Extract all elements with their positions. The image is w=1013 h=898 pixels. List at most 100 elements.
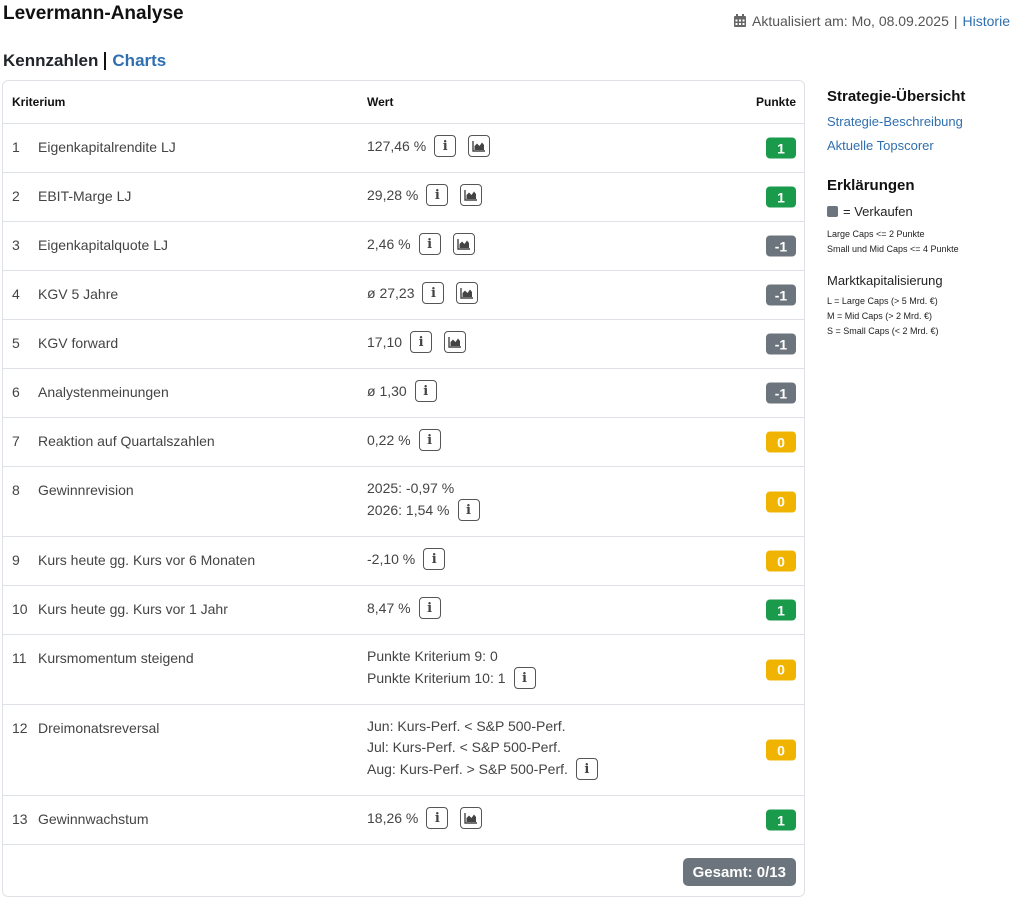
criterion-label: Eigenkapitalquote LJ	[38, 237, 168, 253]
value-line: Aug: Kurs-Perf. > S&P 500-Perf. i	[367, 758, 598, 780]
value-line: 8,47 % i	[367, 597, 441, 619]
market-cap-list: L = Large Caps (> 5 Mrd. €) M = Mid Caps…	[827, 294, 1007, 339]
table-row: 4 KGV 5 Jahre ø 27,23 i -1	[3, 271, 804, 320]
value-line: 2026: 1,54 % i	[367, 499, 480, 521]
strategy-title: Strategie-Übersicht	[827, 88, 966, 105]
tab-charts[interactable]: Charts	[112, 51, 166, 71]
value-line: Jun: Kurs-Perf. < S&P 500-Perf.	[367, 716, 598, 737]
sell-color-swatch	[827, 206, 838, 217]
legend-sell-label: = Verkaufen	[843, 204, 913, 219]
info-icon[interactable]: i	[414, 380, 437, 402]
value-text: Punkte Kriterium 10: 1	[367, 669, 506, 686]
value-line: 2,46 % i	[367, 233, 475, 255]
strategy-description-link[interactable]: Strategie-Beschreibung	[827, 114, 1007, 129]
area-chart-icon[interactable]	[456, 282, 479, 304]
value-text: -2,10 %	[367, 550, 416, 567]
table-row: 8 Gewinnrevision 2025: -0,97 % 2026: 1,54 %…	[3, 467, 804, 537]
info-icon[interactable]: i	[457, 499, 480, 521]
value-text: ø 27,23	[367, 284, 415, 301]
table-row: 11 Kursmomentum steigend Punkte Kriterium …	[3, 635, 804, 705]
value-line: 2025: -0,97 %	[367, 478, 480, 499]
info-icon[interactable]: i	[426, 184, 449, 206]
info-icon[interactable]: i	[513, 667, 536, 689]
criterion-label: Gewinnwachstum	[38, 811, 149, 827]
value-text: Punkte Kriterium 9: 0	[367, 648, 498, 664]
value-cell: 2025: -0,97 % 2026: 1,54 % i	[367, 478, 480, 521]
value-cell: 8,47 % i	[367, 597, 441, 619]
value-text: 127,46 %	[367, 137, 427, 154]
value-cell: 2,46 % i	[367, 233, 475, 255]
criteria-table: Kriterium Wert Punkte 1 Eigenkapitalrendi…	[2, 80, 805, 897]
info-icon[interactable]: i	[410, 331, 433, 353]
value-text: 2026: 1,54 %	[367, 501, 450, 518]
table-row: 12 Dreimonatsreversal Jun: Kurs-Perf. < S&…	[3, 705, 804, 796]
area-chart-icon[interactable]	[444, 331, 467, 353]
area-chart-icon[interactable]	[468, 135, 491, 157]
points-badge: -1	[766, 284, 796, 306]
table-row: 13 Gewinnwachstum 18,26 % i 1	[3, 796, 804, 845]
table-row: 7 Reaktion auf Quartalszahlen 0,22 % i 0	[3, 418, 804, 467]
info-icon[interactable]: i	[426, 807, 449, 829]
total-badge: Gesamt: 0/13	[682, 858, 796, 886]
value-text: ø 1,30	[367, 382, 407, 399]
table-row: 6 Analystenmeinungen ø 1,30 i -1	[3, 369, 804, 418]
criterion-label: Kurs heute gg. Kurs vor 1 Jahr	[38, 601, 228, 617]
subnav: Kennzahlen Charts	[3, 51, 166, 71]
info-icon[interactable]: i	[575, 758, 598, 780]
row-number: 12	[12, 720, 28, 736]
history-link[interactable]: Historie	[963, 13, 1010, 29]
info-icon[interactable]: i	[418, 597, 441, 619]
points-badge: 0	[766, 739, 796, 761]
topscorer-link[interactable]: Aktuelle Topscorer	[827, 138, 1007, 153]
updated-date: Aktualisiert am: Mo, 08.09.2025	[752, 13, 949, 29]
row-number: 10	[12, 601, 28, 617]
value-text: 18,26 %	[367, 809, 419, 826]
value-text: 8,47 %	[367, 599, 411, 616]
criterion-label: Dreimonatsreversal	[38, 720, 160, 736]
row-number: 3	[12, 237, 20, 253]
info-icon[interactable]: i	[422, 282, 445, 304]
row-number: 13	[12, 811, 28, 827]
value-cell: Jun: Kurs-Perf. < S&P 500-Perf. Jul: Kurs…	[367, 716, 598, 780]
table-body: 1 Eigenkapitalrendite LJ 127,46 % i 1 2 EBIT-M…	[3, 124, 804, 845]
value-line: Jul: Kurs-Perf. < S&P 500-Perf.	[367, 737, 598, 758]
criterion-label: EBIT-Marge LJ	[38, 188, 132, 204]
header-points: Punkte	[755, 95, 796, 109]
criterion-label: Kursmomentum steigend	[38, 650, 194, 666]
value-cell: 18,26 % i	[367, 807, 483, 829]
value-line: -2,10 % i	[367, 548, 446, 570]
row-number: 2	[12, 188, 20, 204]
value-line: Punkte Kriterium 10: 1 i	[367, 667, 536, 689]
market-cap-item: M = Mid Caps (> 2 Mrd. €)	[827, 311, 933, 321]
info-icon[interactable]: i	[418, 233, 441, 255]
value-cell: ø 1,30 i	[367, 380, 437, 402]
value-text: Jul: Kurs-Perf. < S&P 500-Perf.	[367, 739, 561, 755]
value-line: 18,26 % i	[367, 807, 483, 829]
area-chart-icon[interactable]	[452, 233, 475, 255]
info-icon[interactable]: i	[423, 548, 446, 570]
rule-item: Large Caps <= 2 Punkte	[827, 229, 925, 239]
value-text: 2,46 %	[367, 235, 411, 252]
info-icon[interactable]: i	[418, 429, 441, 451]
table-row: 5 KGV forward 17,10 i -1	[3, 320, 804, 369]
table-row: 2 EBIT-Marge LJ 29,28 % i 1	[3, 173, 804, 222]
header-value: Wert	[367, 95, 394, 109]
area-chart-icon[interactable]	[460, 807, 483, 829]
value-line: ø 1,30 i	[367, 380, 437, 402]
points-badge: 0	[766, 550, 796, 572]
tab-kennzahlen[interactable]: Kennzahlen	[3, 51, 98, 71]
row-number: 7	[12, 433, 20, 449]
value-text: Jun: Kurs-Perf. < S&P 500-Perf.	[367, 718, 566, 734]
table-header: Kriterium Wert Punkte	[3, 81, 804, 124]
page-title: Levermann-Analyse	[3, 3, 184, 24]
info-icon[interactable]: i	[434, 135, 457, 157]
points-badge: -1	[766, 333, 796, 355]
points-badge: 1	[766, 137, 796, 159]
points-badge: 1	[766, 599, 796, 621]
points-badge: 1	[766, 186, 796, 208]
market-cap-item: L = Large Caps (> 5 Mrd. €)	[827, 296, 938, 306]
row-number: 6	[12, 384, 20, 400]
area-chart-icon[interactable]	[460, 184, 483, 206]
criterion-label: Eigenkapitalrendite LJ	[38, 139, 176, 155]
criterion-label: Analystenmeinungen	[38, 384, 169, 400]
